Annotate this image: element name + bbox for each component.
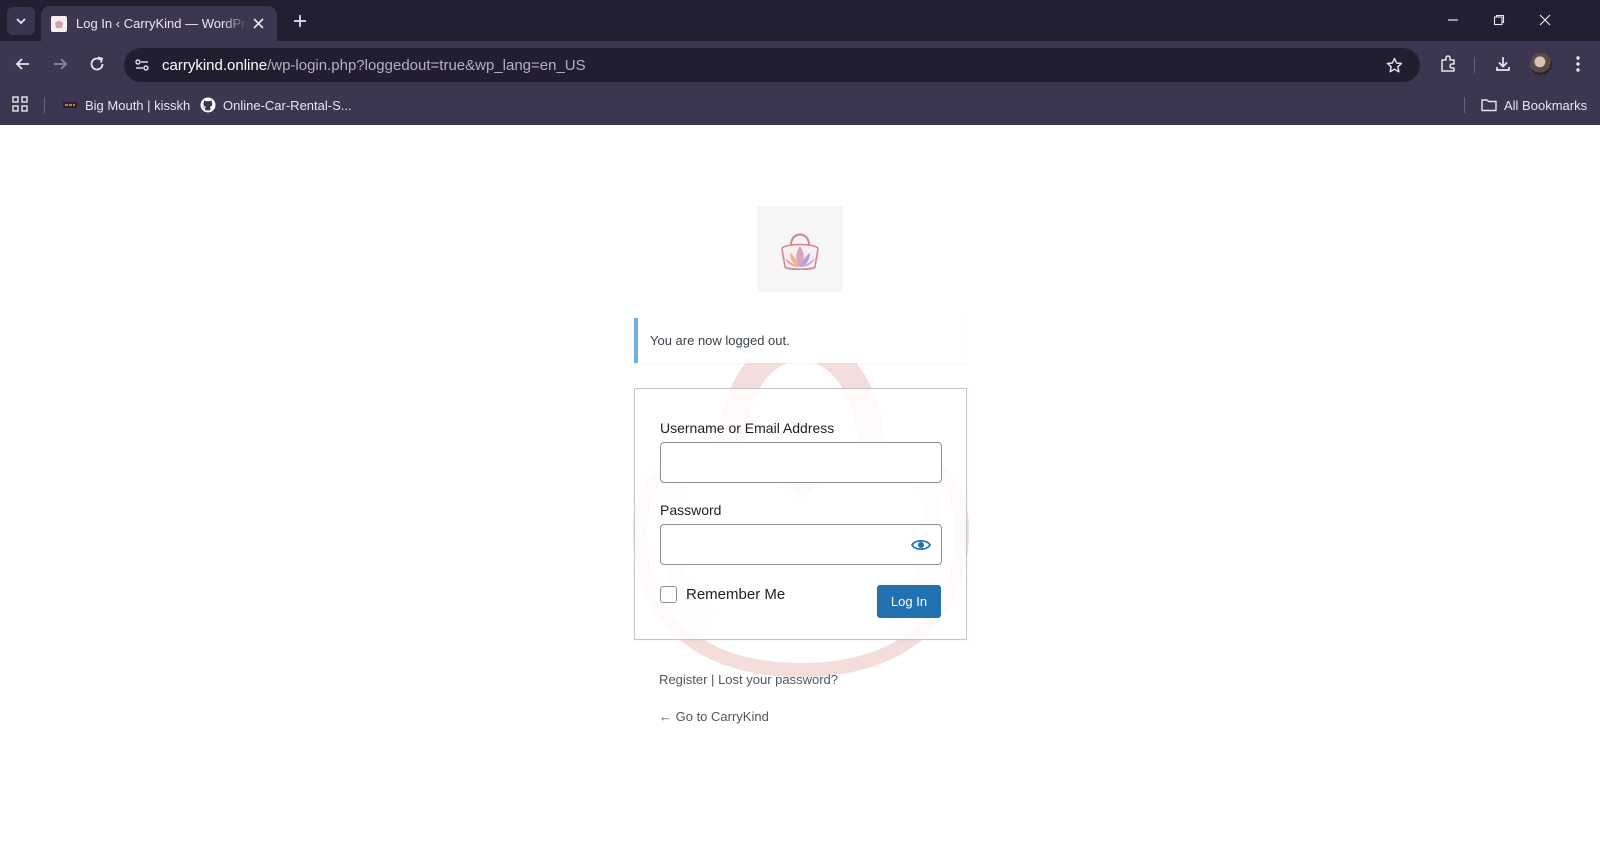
url-text: carrykind.online/wp-login.php?loggedout=…	[162, 57, 586, 74]
carrykind-favicon	[51, 15, 67, 32]
bookmarks-divider-right	[1464, 97, 1465, 113]
remember-me-checkbox[interactable]	[660, 586, 677, 603]
browser-toolbar: carrykind.online/wp-login.php?loggedout=…	[0, 41, 1600, 85]
back-to-blog: ← Go to CarryKind	[659, 709, 769, 724]
tab-strip: Log In ‹ CarryKind — WordPress	[0, 0, 1600, 41]
log-in-button[interactable]: Log In	[877, 585, 941, 618]
minimize-icon	[1448, 19, 1458, 21]
github-icon	[200, 97, 216, 113]
go-to-site-link[interactable]: ← Go to CarryKind	[659, 709, 769, 724]
username-input[interactable]	[660, 442, 942, 483]
carrykind-bag-logo-icon	[781, 233, 819, 271]
apps-grid-icon[interactable]	[12, 96, 30, 114]
url-host: carrykind.online	[162, 56, 268, 74]
close-window-button[interactable]	[1522, 0, 1568, 40]
minimize-button[interactable]	[1430, 0, 1476, 40]
folder-icon	[1481, 97, 1497, 113]
chevron-down-icon	[16, 18, 26, 25]
login-nav-links: Register | Lost your password?	[659, 672, 838, 687]
all-bookmarks-label: All Bookmarks	[1504, 97, 1588, 113]
bookmark-star-icon[interactable]	[1382, 53, 1406, 77]
active-tab[interactable]: Log In ‹ CarryKind — WordPress	[41, 6, 277, 41]
reload-icon	[90, 56, 104, 71]
new-tab-button[interactable]	[288, 9, 312, 33]
address-bar[interactable]: carrykind.online/wp-login.php?loggedout=…	[124, 48, 1420, 82]
close-icon	[1539, 14, 1551, 26]
bookmarks-divider	[44, 97, 45, 113]
all-bookmarks-button[interactable]: All Bookmarks	[1481, 95, 1587, 115]
login-page: You are now logged out. Username or Emai…	[0, 125, 1600, 847]
close-tab-icon[interactable]	[249, 15, 267, 33]
bookmark-online-car-rental[interactable]: Online-Car-Rental-S...	[200, 95, 352, 115]
show-password-button[interactable]	[905, 529, 937, 561]
tab-title: Log In ‹ CarryKind — WordPress	[76, 16, 248, 31]
tab-search-button[interactable]	[7, 7, 35, 35]
reload-button[interactable]	[83, 50, 111, 78]
eye-icon	[911, 539, 931, 551]
profile-avatar[interactable]	[1530, 53, 1552, 75]
bookmark-label: Big Mouth | kisskh	[85, 97, 191, 113]
restore-icon	[1493, 14, 1505, 26]
bookmark-label: Online-Car-Rental-S...	[223, 97, 352, 113]
link-separator: |	[711, 672, 715, 687]
site-info-icon[interactable]	[128, 51, 156, 79]
login-form: Username or Email Address Password Remem…	[634, 388, 967, 640]
logged-out-notice: You are now logged out.	[634, 318, 967, 363]
download-icon[interactable]	[1489, 50, 1517, 78]
restore-button[interactable]	[1476, 0, 1522, 40]
password-label: Password	[660, 502, 722, 518]
menu-kebab-icon[interactable]	[1564, 50, 1592, 78]
remember-me-label[interactable]: Remember Me	[686, 586, 785, 603]
username-label: Username or Email Address	[660, 420, 835, 436]
notice-message: You are now logged out.	[650, 333, 790, 348]
site-logo[interactable]	[757, 206, 843, 292]
bookmark-big-mouth[interactable]: Big Mouth | kisskh	[62, 95, 190, 115]
kisskh-favicon-icon	[62, 97, 78, 113]
plus-icon	[294, 15, 306, 27]
arrow-right-icon	[54, 58, 68, 70]
forward-button[interactable]	[46, 50, 74, 78]
register-link[interactable]: Register	[659, 672, 707, 687]
url-path: /wp-login.php?loggedout=true&wp_lang=en_…	[267, 56, 586, 74]
remember-me[interactable]: Remember Me	[660, 586, 785, 603]
arrow-left-icon	[15, 58, 29, 70]
extensions-icon[interactable]	[1434, 50, 1462, 78]
bookmarks-bar: Big Mouth | kisskh Online-Car-Rental-S..…	[0, 85, 1600, 125]
toolbar-divider	[1474, 57, 1475, 73]
back-button[interactable]	[9, 50, 37, 78]
lost-password-link[interactable]: Lost your password?	[718, 672, 838, 687]
password-input[interactable]	[660, 524, 942, 565]
